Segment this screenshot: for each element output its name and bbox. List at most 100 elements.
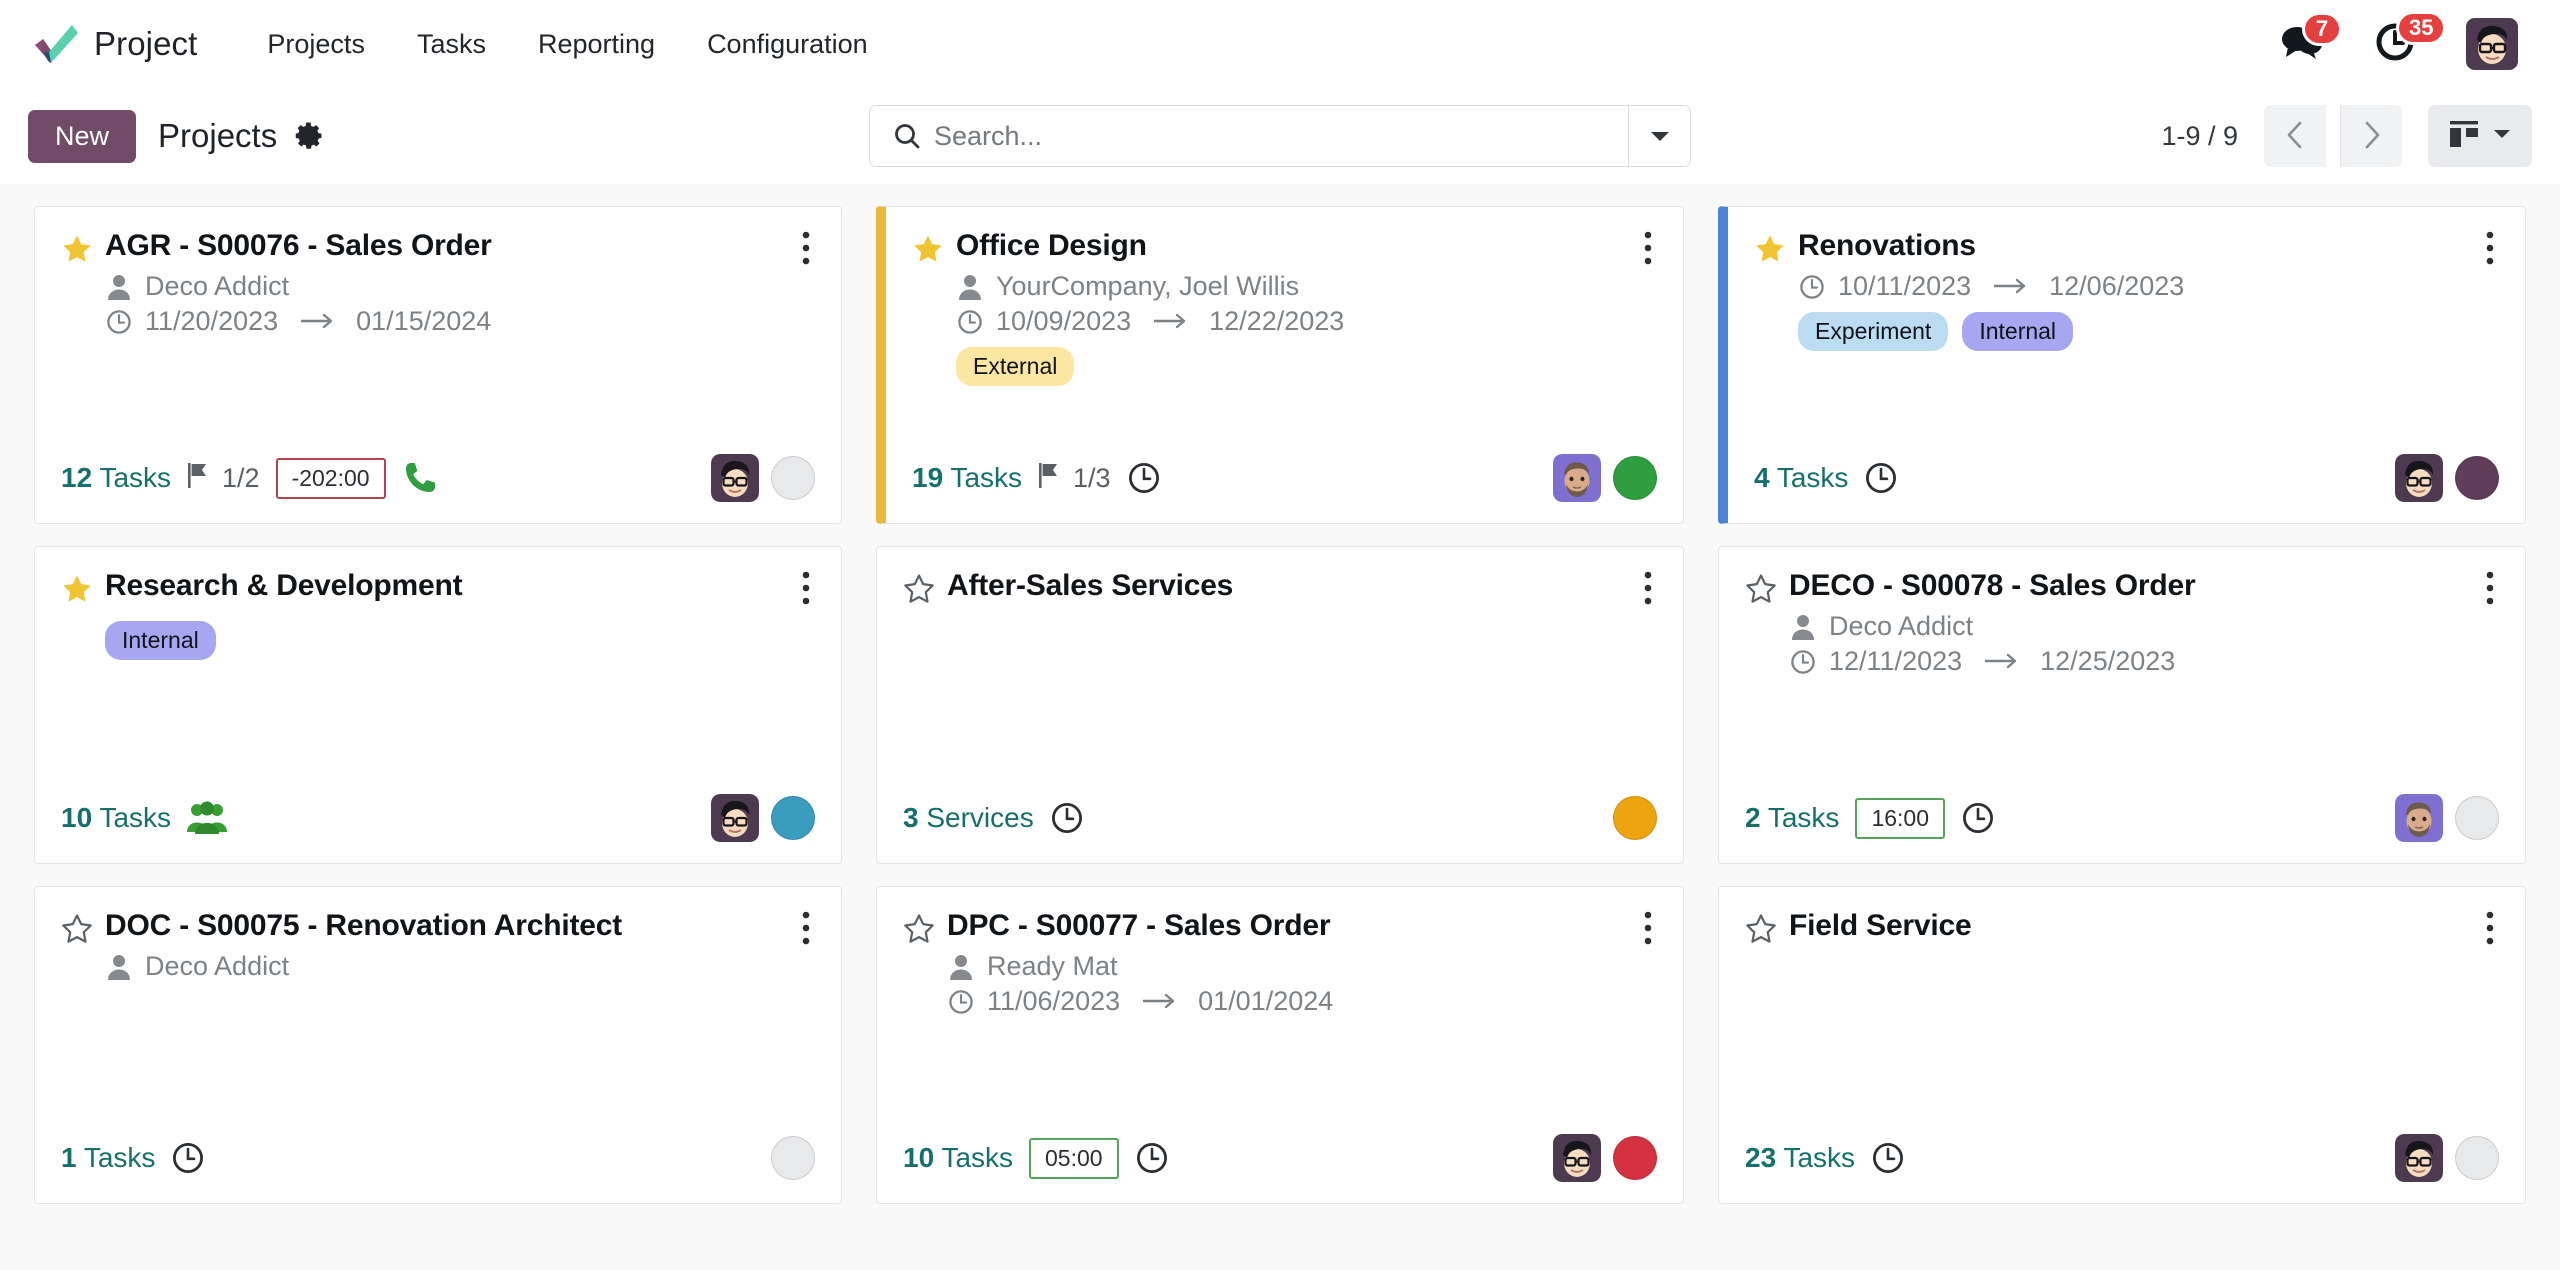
activities-badge: 35 [2396,11,2446,45]
card-title: After-Sales Services [947,569,1633,604]
search-dropdown-toggle[interactable] [1628,106,1690,166]
card-time-badge[interactable]: 05:00 [1029,1138,1119,1179]
avatar[interactable] [711,794,759,842]
star-filled-icon[interactable] [912,233,946,265]
pager-next-button[interactable] [2340,105,2402,167]
card-task-count[interactable]: 10 Tasks [61,802,171,834]
card-task-count[interactable]: 4 Tasks [1754,462,1848,494]
card-partner-name: Ready Mat [987,951,1118,982]
card-menu-icon[interactable] [2475,229,2499,265]
card-task-count[interactable]: 12 Tasks [61,462,171,494]
card-partner-name: YourCompany, Joel Willis [996,271,1299,302]
person-icon [105,274,133,300]
star-filled-icon[interactable] [61,233,95,265]
clock-icon[interactable] [171,1141,205,1175]
avatar[interactable] [1553,1134,1601,1182]
clock-icon[interactable] [1864,461,1898,495]
status-color-dot[interactable] [1613,1136,1657,1180]
clock-icon[interactable] [1961,801,1995,835]
new-button[interactable]: New [28,110,136,163]
person-icon [105,954,133,980]
card-header: Renovations [1754,229,2499,265]
status-color-dot[interactable] [2455,456,2499,500]
card-menu-icon[interactable] [1633,229,1657,265]
card-task-count[interactable]: 2 Tasks [1745,802,1839,834]
app-name[interactable]: Project [94,25,197,63]
gear-icon[interactable] [295,121,325,151]
card-task-count[interactable]: 1 Tasks [61,1142,155,1174]
person-icon [947,954,975,980]
card-menu-icon[interactable] [791,569,815,605]
clock-icon[interactable] [1135,1141,1169,1175]
star-filled-icon[interactable] [61,573,95,605]
card-menu-icon[interactable] [2475,569,2499,605]
star-outline-icon[interactable] [903,573,937,605]
card-after-sales-services[interactable]: After-Sales Services 3 Services [876,546,1684,864]
card-menu-icon[interactable] [1633,569,1657,605]
clock-icon[interactable] [1050,801,1084,835]
pager-previous-button[interactable] [2264,105,2326,167]
status-color-dot[interactable] [771,456,815,500]
card-task-count-label: Tasks [1783,1142,1855,1173]
clock-icon[interactable] [1127,461,1161,495]
clock-icon[interactable] [1871,1141,1905,1175]
card-task-count-number: 3 [903,802,919,833]
status-color-dot[interactable] [1613,456,1657,500]
activities-counter[interactable]: 35 [2374,21,2416,68]
status-color-dot[interactable] [2455,796,2499,840]
nav-tasks[interactable]: Tasks [391,21,512,68]
users-icon[interactable] [187,801,227,835]
card-title: DOC - S00075 - Renovation Architect [105,909,791,944]
phone-icon[interactable] [402,460,438,496]
card-menu-icon[interactable] [791,909,815,945]
avatar[interactable] [2395,454,2443,502]
card-menu-icon[interactable] [1633,909,1657,945]
card-task-count[interactable]: 23 Tasks [1745,1142,1855,1174]
nav-menu: Projects Tasks Reporting Configuration [241,21,893,68]
card-renovations[interactable]: Renovations10/11/202312/06/2023Experimen… [1718,206,2526,524]
card-research-development[interactable]: Research & DevelopmentInternal10 Tasks [34,546,842,864]
card-partner-name: Deco Addict [145,951,289,982]
view-switcher[interactable] [2428,105,2532,167]
card-task-count[interactable]: 10 Tasks [903,1142,1013,1174]
card-time-badge[interactable]: -202:00 [276,458,386,499]
card-menu-icon[interactable] [791,229,815,265]
card-footer: 3 Services [903,791,1657,845]
avatar[interactable] [711,454,759,502]
nav-configuration[interactable]: Configuration [681,21,894,68]
tag-internal: Internal [105,621,216,660]
user-avatar[interactable] [2466,18,2518,70]
star-filled-icon[interactable] [1754,233,1788,265]
card-tags: Internal [105,621,815,660]
avatar[interactable] [2395,1134,2443,1182]
card-deco-s00078[interactable]: DECO - S00078 - Sales OrderDeco Addict12… [1718,546,2526,864]
star-outline-icon[interactable] [1745,913,1779,945]
avatar[interactable] [2395,794,2443,842]
search-input[interactable] [934,106,1628,166]
messages-counter[interactable]: 7 [2280,22,2324,67]
status-color-dot[interactable] [2455,1136,2499,1180]
project-checkmark-logo[interactable] [28,18,80,70]
card-office-design[interactable]: Office DesignYourCompany, Joel Willis10/… [876,206,1684,524]
star-outline-icon[interactable] [1745,573,1779,605]
card-menu-icon[interactable] [2475,909,2499,945]
card-dpc-s00077[interactable]: DPC - S00077 - Sales OrderReady Mat11/06… [876,886,1684,1204]
card-title: Renovations [1798,229,2475,264]
status-color-dot[interactable] [771,796,815,840]
tag-experiment: Experiment [1798,312,1948,351]
star-outline-icon[interactable] [903,913,937,945]
card-field-service[interactable]: Field Service23 Tasks [1718,886,2526,1204]
card-time-badge[interactable]: 16:00 [1855,798,1945,839]
status-color-dot[interactable] [1613,796,1657,840]
card-date-start: 11/06/2023 [987,986,1120,1017]
nav-projects[interactable]: Projects [241,21,391,68]
status-color-dot[interactable] [771,1136,815,1180]
avatar[interactable] [1553,454,1601,502]
card-task-count[interactable]: 3 Services [903,802,1034,834]
card-doc-s00075[interactable]: DOC - S00075 - Renovation Architect Deco … [34,886,842,1204]
card-task-count[interactable]: 19 Tasks [912,462,1022,494]
card-agr-s00076[interactable]: AGR - S00076 - Sales OrderDeco Addict11/… [34,206,842,524]
nav-reporting[interactable]: Reporting [512,21,681,68]
star-outline-icon[interactable] [61,913,95,945]
card-task-count-label: Tasks [950,462,1022,493]
